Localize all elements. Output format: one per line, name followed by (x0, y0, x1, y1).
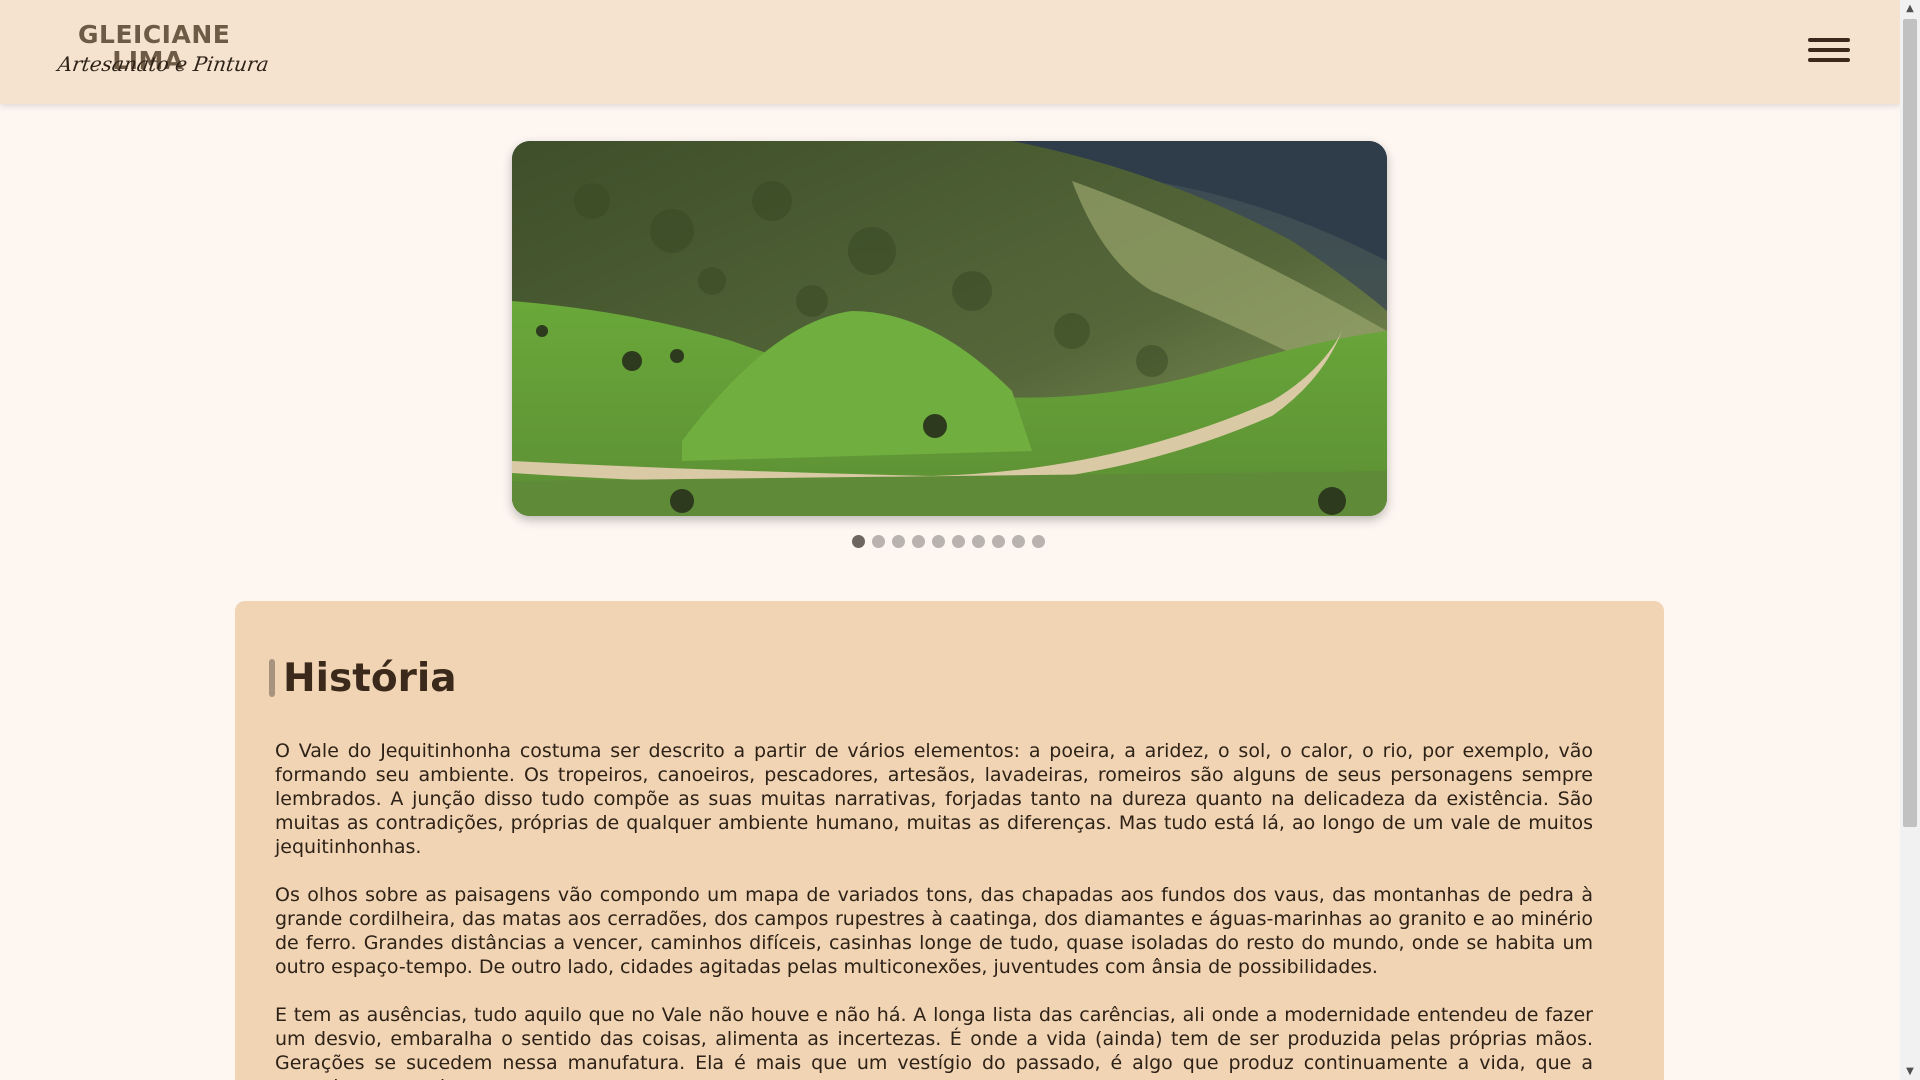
image-carousel[interactable] (512, 141, 1387, 516)
menu-line (1808, 38, 1850, 42)
carousel-dot[interactable] (1032, 535, 1045, 548)
scroll-down-arrow-icon[interactable]: ▼ (1900, 1063, 1920, 1080)
carousel-dot[interactable] (892, 535, 905, 548)
history-section: História O Vale do Jequitinhonha costuma… (235, 601, 1664, 1080)
paragraph: Os olhos sobre as paisagens vão compondo… (275, 884, 1593, 978)
paragraph: E tem as ausências, tudo aquilo que no V… (275, 1004, 1593, 1080)
scrollbar-thumb[interactable] (1903, 19, 1917, 827)
history-text: O Vale do Jequitinhonha costuma ser desc… (275, 739, 1593, 1080)
carousel-slide-image (512, 141, 1387, 516)
carousel-dot[interactable] (852, 535, 865, 548)
heading-accent-bar (269, 659, 275, 697)
carousel-dot[interactable] (1012, 535, 1025, 548)
carousel-dot[interactable] (912, 535, 925, 548)
carousel-dot[interactable] (972, 535, 985, 548)
section-heading: História (269, 653, 457, 703)
vertical-scrollbar[interactable]: ▲ ▼ (1900, 0, 1920, 1080)
carousel-dot[interactable] (872, 535, 885, 548)
logo-tagline: Artesanato e Pintura (56, 52, 271, 76)
carousel-pagination (852, 535, 1045, 549)
carousel-dot[interactable] (932, 535, 945, 548)
carousel-dot[interactable] (992, 535, 1005, 548)
menu-line (1808, 58, 1850, 62)
menu-line (1808, 48, 1850, 52)
site-logo[interactable]: GLEICIANE LIMA Artesanato e Pintura (56, 20, 271, 82)
scroll-up-arrow-icon[interactable]: ▲ (1900, 0, 1920, 17)
carousel-dot[interactable] (952, 535, 965, 548)
hamburger-menu-icon[interactable] (1808, 36, 1850, 68)
site-header: GLEICIANE LIMA Artesanato e Pintura (0, 0, 1900, 104)
section-title: História (283, 655, 457, 701)
page: GLEICIANE LIMA Artesanato e Pintura Hist… (0, 0, 1900, 1080)
paragraph: O Vale do Jequitinhonha costuma ser desc… (275, 740, 1593, 858)
